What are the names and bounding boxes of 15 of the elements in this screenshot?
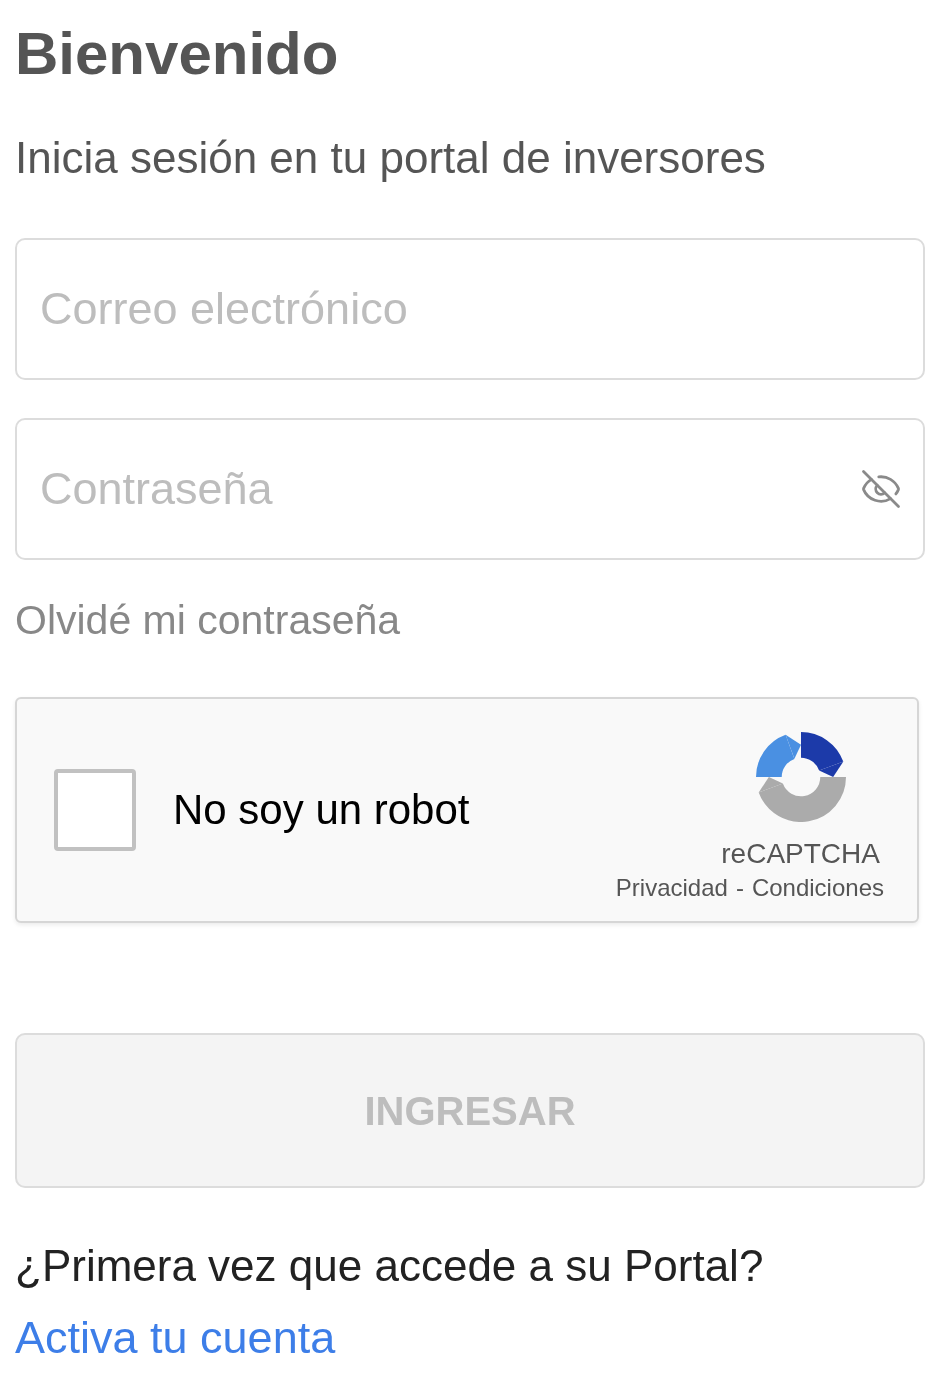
activate-account-link[interactable]: Activa tu cuenta — [15, 1312, 336, 1364]
captcha-checkbox[interactable] — [54, 769, 136, 851]
password-field[interactable]: Contraseña — [15, 418, 925, 560]
link-separator: - — [735, 874, 744, 902]
eye-slash-icon[interactable] — [860, 468, 902, 510]
page-title: Bienvenido — [15, 19, 340, 89]
circular-arrows-icon — [756, 732, 846, 822]
privacy-link[interactable]: Privacidad — [615, 874, 728, 902]
page-subtitle: Inicia sesión en tu portal de inversores — [15, 132, 767, 184]
terms-link[interactable]: Condiciones — [751, 874, 884, 902]
captcha-brand: reCAPTCHA — [721, 838, 880, 870]
email-field[interactable]: Correo electrónico — [15, 238, 925, 380]
first-time-question: ¿Primera vez que accede a su Portal? — [15, 1240, 765, 1292]
forgot-password-link[interactable]: Olvidé mi contraseña — [15, 596, 401, 644]
captcha-label: No soy un robot — [173, 785, 470, 835]
